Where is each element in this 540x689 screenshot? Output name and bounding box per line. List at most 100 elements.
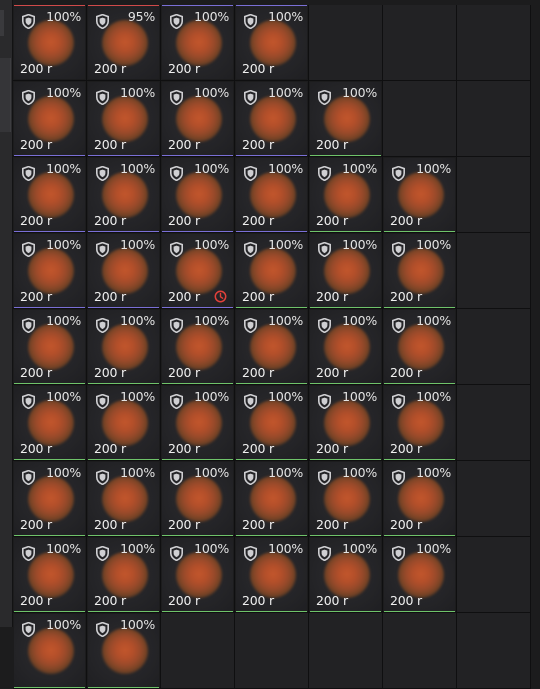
item-card[interactable]: 100% 200 r — [236, 234, 307, 307]
inventory-slot[interactable]: 100% 200 r — [161, 81, 235, 157]
item-card[interactable]: 100% 200 r — [384, 158, 455, 231]
inventory-slot[interactable]: 100% 200 r — [383, 157, 457, 233]
item-card[interactable]: 100% 200 r — [88, 538, 159, 611]
inventory-slot[interactable]: 100% 200 r — [309, 157, 383, 233]
inventory-slot[interactable]: 100% 200 r — [235, 5, 309, 81]
inventory-slot[interactable]: 100% 200 r — [13, 537, 87, 613]
inventory-slot[interactable]: 100% 200 r — [383, 461, 457, 537]
inventory-slot[interactable]: 100% 200 r — [161, 233, 235, 309]
item-card[interactable]: 100% 200 r — [88, 310, 159, 383]
inventory-slot[interactable]: 100% 200 r — [87, 537, 161, 613]
inventory-slot[interactable]: 100% 200 r — [383, 233, 457, 309]
inventory-slot[interactable]: 100% 200 r — [161, 537, 235, 613]
inventory-slot[interactable]: 100% 200 r — [309, 537, 383, 613]
item-card[interactable]: 100% 200 r — [310, 538, 381, 611]
item-card[interactable]: 100% 200 r — [162, 158, 233, 231]
inventory-slot[interactable]: 100% — [87, 613, 161, 689]
item-card[interactable]: 100% 200 r — [162, 234, 233, 307]
item-card[interactable]: 100% 200 r — [384, 310, 455, 383]
inventory-slot[interactable]: 100% 200 r — [309, 233, 383, 309]
item-card[interactable]: 100% 200 r — [14, 6, 85, 79]
inventory-slot[interactable]: 100% 200 r — [161, 5, 235, 81]
item-card[interactable]: 100% 200 r — [88, 462, 159, 535]
item-card[interactable]: 95% 200 r — [88, 6, 159, 79]
inventory-slot[interactable]: 100% 200 r — [161, 461, 235, 537]
item-card[interactable]: 100% 200 r — [14, 462, 85, 535]
sidebar-tab-active[interactable] — [0, 58, 11, 132]
item-card[interactable]: 100% 200 r — [236, 310, 307, 383]
inventory-slot[interactable]: 100% 200 r — [309, 309, 383, 385]
item-card[interactable]: 100% 200 r — [88, 158, 159, 231]
inventory-slot[interactable]: 100% 200 r — [383, 385, 457, 461]
inventory-slot[interactable]: 100% 200 r — [309, 81, 383, 157]
item-card[interactable]: 100% 200 r — [384, 462, 455, 535]
item-card[interactable]: 100% 200 r — [14, 82, 85, 155]
sidebar-tab[interactable] — [0, 10, 4, 36]
item-card[interactable]: 100% 200 r — [162, 538, 233, 611]
inventory-slot[interactable]: 100% 200 r — [13, 233, 87, 309]
inventory-slot[interactable]: 100% 200 r — [87, 309, 161, 385]
empty-slot — [457, 385, 531, 461]
inventory-slot[interactable]: 100% 200 r — [87, 233, 161, 309]
item-card[interactable]: 100% — [14, 614, 85, 687]
item-card[interactable]: 100% 200 r — [236, 82, 307, 155]
inventory-slot[interactable]: 100% 200 r — [235, 537, 309, 613]
inventory-slot[interactable]: 100% 200 r — [87, 461, 161, 537]
inventory-slot[interactable]: 100% 200 r — [13, 157, 87, 233]
inventory-slot[interactable]: 100% 200 r — [309, 385, 383, 461]
item-card[interactable]: 100% 200 r — [14, 386, 85, 459]
inventory-slot[interactable]: 100% — [13, 613, 87, 689]
inventory-slot[interactable]: 100% 200 r — [383, 537, 457, 613]
item-card[interactable]: 100% 200 r — [88, 386, 159, 459]
item-card[interactable]: 100% 200 r — [88, 234, 159, 307]
item-card[interactable]: 100% 200 r — [14, 310, 85, 383]
inventory-slot[interactable]: 100% 200 r — [13, 81, 87, 157]
item-card[interactable]: 100% — [88, 614, 159, 687]
item-card[interactable]: 100% 200 r — [310, 82, 381, 155]
item-card[interactable]: 100% 200 r — [14, 158, 85, 231]
item-card[interactable]: 100% 200 r — [236, 538, 307, 611]
durability-label: 100% — [342, 85, 377, 100]
shield-icon — [392, 241, 405, 258]
item-card[interactable]: 100% 200 r — [236, 6, 307, 79]
item-card[interactable]: 100% 200 r — [384, 538, 455, 611]
inventory-slot[interactable]: 100% 200 r — [309, 461, 383, 537]
item-card[interactable]: 100% 200 r — [310, 158, 381, 231]
inventory-slot[interactable]: 100% 200 r — [13, 309, 87, 385]
item-card[interactable]: 100% 200 r — [14, 234, 85, 307]
inventory-slot[interactable]: 100% 200 r — [161, 157, 235, 233]
item-card[interactable]: 100% 200 r — [162, 386, 233, 459]
item-card[interactable]: 100% 200 r — [14, 538, 85, 611]
item-card[interactable]: 100% 200 r — [310, 462, 381, 535]
item-card[interactable]: 100% 200 r — [162, 82, 233, 155]
item-card[interactable]: 100% 200 r — [162, 462, 233, 535]
inventory-slot[interactable]: 95% 200 r — [87, 5, 161, 81]
inventory-slot[interactable]: 100% 200 r — [235, 81, 309, 157]
inventory-slot[interactable]: 100% 200 r — [235, 461, 309, 537]
item-card[interactable]: 100% 200 r — [384, 234, 455, 307]
inventory-slot[interactable]: 100% 200 r — [13, 461, 87, 537]
item-card[interactable]: 100% 200 r — [162, 6, 233, 79]
item-card[interactable]: 100% 200 r — [310, 234, 381, 307]
inventory-slot[interactable]: 100% 200 r — [13, 385, 87, 461]
item-card[interactable]: 100% 200 r — [236, 158, 307, 231]
item-card[interactable]: 100% 200 r — [310, 386, 381, 459]
item-card[interactable]: 100% 200 r — [236, 386, 307, 459]
inventory-slot[interactable]: 100% 200 r — [235, 309, 309, 385]
inventory-slot[interactable]: 100% 200 r — [235, 385, 309, 461]
inventory-slot[interactable]: 100% 200 r — [13, 5, 87, 81]
inventory-slot[interactable]: 100% 200 r — [235, 233, 309, 309]
inventory-slot[interactable]: 100% 200 r — [87, 385, 161, 461]
inventory-slot[interactable]: 100% 200 r — [87, 157, 161, 233]
inventory-slot[interactable]: 100% 200 r — [161, 385, 235, 461]
inventory-slot[interactable]: 100% 200 r — [161, 309, 235, 385]
durability-label: 100% — [416, 161, 451, 176]
inventory-slot[interactable]: 100% 200 r — [235, 157, 309, 233]
item-card[interactable]: 100% 200 r — [310, 310, 381, 383]
inventory-slot[interactable]: 100% 200 r — [87, 81, 161, 157]
item-card[interactable]: 100% 200 r — [384, 386, 455, 459]
inventory-slot[interactable]: 100% 200 r — [383, 309, 457, 385]
item-card[interactable]: 100% 200 r — [162, 310, 233, 383]
item-card[interactable]: 100% 200 r — [88, 82, 159, 155]
item-card[interactable]: 100% 200 r — [236, 462, 307, 535]
